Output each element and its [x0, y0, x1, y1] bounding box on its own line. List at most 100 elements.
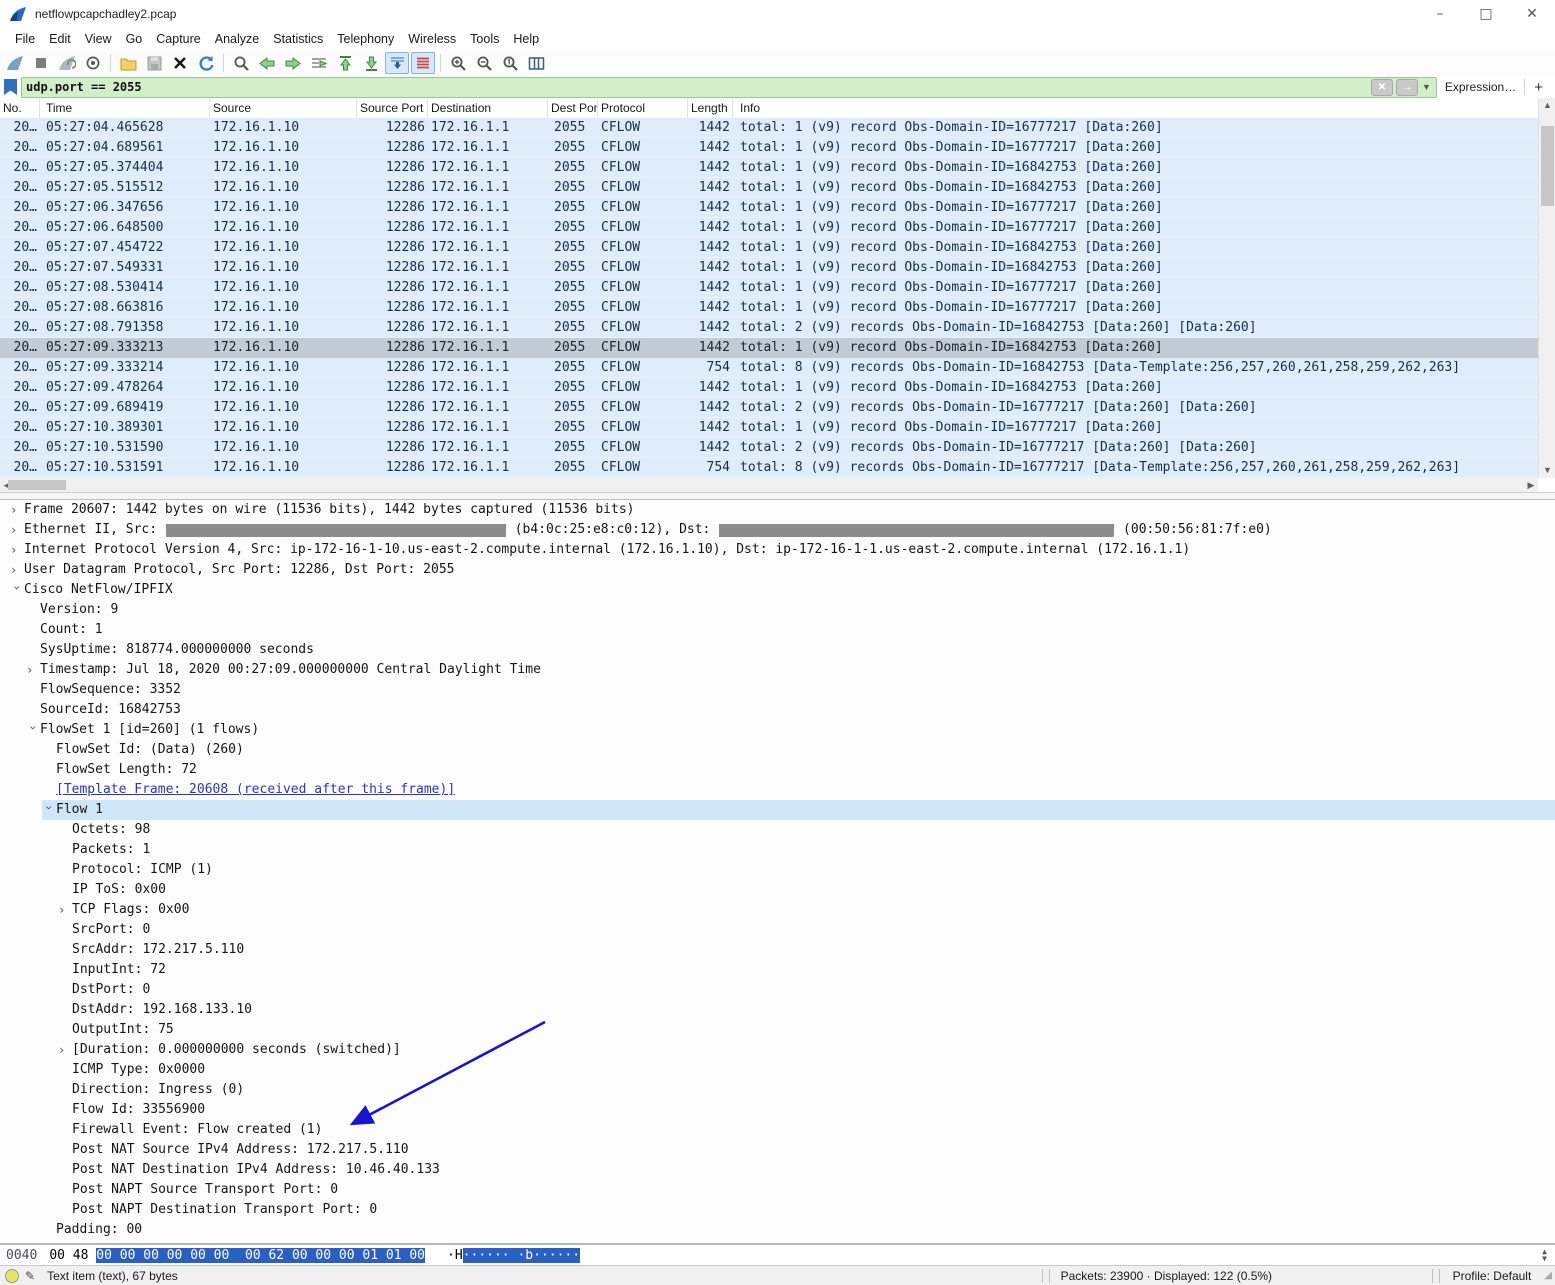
colorize-toggle-icon[interactable]: [411, 52, 435, 74]
capture-comment-icon[interactable]: ✎: [25, 1269, 35, 1283]
go-to-packet-icon[interactable]: [307, 52, 331, 74]
packet-row[interactable]: 20…05:27:09.689419172.16.1.1012286172.16…: [0, 398, 1538, 418]
col-source[interactable]: Source: [210, 98, 357, 118]
filter-apply-icon[interactable]: →: [1396, 79, 1418, 96]
status-profile[interactable]: Profile: Default: [1443, 1269, 1542, 1283]
col-time[interactable]: Time: [40, 98, 210, 118]
restart-capture-icon[interactable]: [55, 52, 79, 74]
packet-list-vscrollbar[interactable]: ▲ ▼: [1538, 98, 1555, 478]
col-destination[interactable]: Destination: [428, 98, 548, 118]
tree-line[interactable]: Post NAT Source IPv4 Address: 172.217.5.…: [58, 1140, 1555, 1160]
zoom-out-icon[interactable]: [472, 52, 496, 74]
tree-line[interactable]: Octets: 98: [58, 820, 1555, 840]
add-filter-button[interactable]: +: [1525, 79, 1551, 96]
packet-row[interactable]: 20…05:27:04.689561172.16.1.1012286172.16…: [0, 138, 1538, 158]
tree-line[interactable]: Version: 9: [26, 600, 1555, 620]
expander-right-icon[interactable]: ›: [10, 520, 24, 540]
col-dest-port[interactable]: Dest Port: [548, 98, 598, 118]
packet-row[interactable]: 20…05:27:07.454722172.16.1.1012286172.16…: [0, 238, 1538, 258]
go-forward-icon[interactable]: [281, 52, 305, 74]
close-button[interactable]: ✕: [1509, 0, 1555, 28]
tree-line[interactable]: Packets: 1: [58, 840, 1555, 860]
hex-bytes-pane[interactable]: 0040 00 48 00 00 00 00 00 00 00 62 00 00…: [0, 1243, 1555, 1265]
col-no[interactable]: No.: [0, 98, 40, 118]
start-capture-icon[interactable]: [3, 52, 27, 74]
expander-right-icon[interactable]: ›: [58, 1040, 72, 1060]
tree-line[interactable]: FlowSet Length: 72: [42, 760, 1555, 780]
tree-line[interactable]: Padding: 00: [42, 1220, 1555, 1240]
tree-line[interactable]: ›[Duration: 0.000000000 seconds (switche…: [58, 1040, 1555, 1060]
go-back-icon[interactable]: [255, 52, 279, 74]
col-source-port[interactable]: Source Port: [357, 98, 428, 118]
reload-file-icon[interactable]: [194, 52, 218, 74]
filter-bookmark-icon[interactable]: [4, 79, 17, 95]
packet-row[interactable]: 20…05:27:08.663816172.16.1.1012286172.16…: [0, 298, 1538, 318]
packet-row[interactable]: 20…05:27:06.347656172.16.1.1012286172.16…: [0, 198, 1538, 218]
tree-line[interactable]: IP ToS: 0x00: [58, 880, 1555, 900]
frame-line[interactable]: ›Frame 20607: 1442 bytes on wire (11536 …: [10, 500, 1555, 520]
col-length[interactable]: Length: [688, 98, 733, 118]
save-file-icon[interactable]: [142, 52, 166, 74]
packet-row[interactable]: 20…05:27:05.515512172.16.1.1012286172.16…: [0, 178, 1538, 198]
scroll-right-icon[interactable]: ▶: [1524, 478, 1538, 492]
vscroll-thumb[interactable]: [1541, 126, 1554, 206]
hex-scroll-spinner-icon[interactable]: ▲▼: [1542, 1248, 1547, 1262]
menu-go[interactable]: Go: [119, 30, 150, 48]
go-first-packet-icon[interactable]: [333, 52, 357, 74]
expander-down-icon[interactable]: ›: [7, 584, 27, 598]
find-packet-icon[interactable]: [229, 52, 253, 74]
tree-line[interactable]: DstPort: 0: [58, 980, 1555, 1000]
display-filter-field[interactable]: ✕ → ▼: [21, 77, 1437, 98]
tree-line[interactable]: Protocol: ICMP (1): [58, 860, 1555, 880]
expander-right-icon[interactable]: ›: [10, 540, 24, 560]
display-filter-input[interactable]: [22, 79, 1371, 96]
auto-scroll-toggle-icon[interactable]: [385, 52, 409, 74]
tree-line[interactable]: FlowSet Id: (Data) (260): [42, 740, 1555, 760]
expert-info-icon[interactable]: [5, 1269, 19, 1283]
menu-wireless[interactable]: Wireless: [401, 30, 463, 48]
tree-line[interactable]: SysUptime: 818774.000000000 seconds: [26, 640, 1555, 660]
menu-edit[interactable]: Edit: [42, 30, 78, 48]
expander-right-icon[interactable]: ›: [58, 900, 72, 920]
zoom-in-icon[interactable]: [446, 52, 470, 74]
tree-line[interactable]: SrcPort: 0: [58, 920, 1555, 940]
tree-line[interactable]: FlowSequence: 3352: [26, 680, 1555, 700]
packet-row[interactable]: 20…05:27:05.374404172.16.1.1012286172.16…: [0, 158, 1538, 178]
udp-line[interactable]: ›User Datagram Protocol, Src Port: 12286…: [10, 560, 1555, 580]
col-info[interactable]: Info: [733, 98, 1538, 118]
expander-down-icon[interactable]: ›: [23, 724, 43, 738]
ethernet-line[interactable]: ›Ethernet II, Src: (b4:0c:25:e8:c0:12), …: [10, 520, 1555, 540]
menu-capture[interactable]: Capture: [149, 30, 207, 48]
expander-right-icon[interactable]: ›: [10, 500, 24, 520]
packet-row[interactable]: 20…05:27:08.791358172.16.1.1012286172.16…: [0, 318, 1538, 338]
packet-row[interactable]: 20…05:27:07.549331172.16.1.1012286172.16…: [0, 258, 1538, 278]
go-last-packet-icon[interactable]: [359, 52, 383, 74]
tree-line[interactable]: Count: 1: [26, 620, 1555, 640]
netflow-line[interactable]: ›Cisco NetFlow/IPFIX: [10, 580, 1555, 600]
packet-row[interactable]: 20…05:27:09.478264172.16.1.1012286172.16…: [0, 378, 1538, 398]
flow-1-line[interactable]: ›Flow 1: [42, 800, 1555, 820]
tree-line[interactable]: Post NAPT Destination Transport Port: 0: [58, 1200, 1555, 1220]
packet-row[interactable]: 20…05:27:04.465628172.16.1.1012286172.16…: [0, 118, 1538, 138]
tree-line[interactable]: OutputInt: 75: [58, 1020, 1555, 1040]
firewall-event-line[interactable]: Firewall Event: Flow created (1): [58, 1120, 1555, 1140]
packet-row[interactable]: 20…05:27:10.531591172.16.1.1012286172.16…: [0, 458, 1538, 478]
tree-line[interactable]: InputInt: 72: [58, 960, 1555, 980]
packet-row[interactable]: 20…05:27:10.389301172.16.1.1012286172.16…: [0, 418, 1538, 438]
menu-analyze[interactable]: Analyze: [208, 30, 266, 48]
filter-dropdown-icon[interactable]: ▼: [1422, 82, 1431, 92]
tree-line[interactable]: SourceId: 16842753: [26, 700, 1555, 720]
menu-telephony[interactable]: Telephony: [330, 30, 401, 48]
tree-line[interactable]: Flow Id: 33556900: [58, 1100, 1555, 1120]
tree-line[interactable]: ›Timestamp: Jul 18, 2020 00:27:09.000000…: [26, 660, 1555, 680]
tree-line[interactable]: Post NAT Destination IPv4 Address: 10.46…: [58, 1160, 1555, 1180]
menu-statistics[interactable]: Statistics: [266, 30, 330, 48]
menu-file[interactable]: File: [8, 30, 42, 48]
stop-capture-icon[interactable]: [29, 52, 53, 74]
resize-columns-icon[interactable]: [524, 52, 548, 74]
expression-button[interactable]: Expression…: [1437, 80, 1524, 94]
packet-row[interactable]: 20…05:27:09.333214172.16.1.1012286172.16…: [0, 358, 1538, 378]
template-frame-link[interactable]: [Template Frame: 20608 (received after t…: [42, 780, 1555, 800]
expander-down-icon[interactable]: ›: [39, 804, 59, 818]
menu-view[interactable]: View: [78, 30, 119, 48]
